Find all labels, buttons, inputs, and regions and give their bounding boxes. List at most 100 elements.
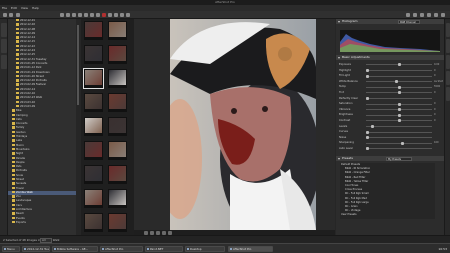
presets-header[interactable]: Presets My Presets [336, 156, 444, 161]
thumbnail[interactable] [84, 213, 103, 232]
fullscreen-icon[interactable] [413, 13, 417, 17]
settings-icon[interactable] [126, 13, 130, 17]
adjustment-value[interactable]: As Shot [434, 79, 444, 84]
slider-knob[interactable] [366, 136, 369, 140]
color-label-icon[interactable] [102, 13, 106, 17]
rotate-left-icon[interactable] [66, 13, 70, 17]
main-photo[interactable] [170, 19, 316, 230]
adjustment-value[interactable]: 0.00 [434, 62, 444, 67]
histogram-header[interactable]: Histogram RGB Channel [336, 19, 444, 24]
slider-knob[interactable] [398, 85, 401, 89]
slider-knob[interactable] [366, 147, 369, 151]
thumbnail[interactable] [108, 69, 127, 88]
thumbnail[interactable] [108, 21, 127, 40]
import-icon[interactable] [16, 13, 20, 17]
adjustment-slider[interactable] [366, 125, 432, 127]
tab-file-system[interactable] [1, 23, 7, 37]
thumbnail[interactable] [84, 21, 103, 40]
adjustment-value[interactable]: 0 [434, 118, 444, 123]
adjustment-slider[interactable] [366, 131, 432, 133]
tab-standard[interactable] [445, 23, 450, 37]
flag-icon[interactable] [84, 13, 88, 17]
adjustment-value[interactable]: 0 [434, 112, 444, 117]
slider-knob[interactable] [366, 96, 369, 100]
thumbnail[interactable] [108, 213, 127, 232]
slider-knob[interactable] [398, 102, 401, 106]
thumbnail[interactable] [84, 189, 103, 208]
preset-group[interactable]: User Presets [340, 213, 435, 217]
thumbnail[interactable] [84, 93, 103, 112]
dual-view-icon[interactable] [427, 13, 431, 17]
slider-knob[interactable] [398, 108, 401, 112]
clock[interactable]: 10:53 [438, 246, 447, 252]
slider-knob[interactable] [398, 63, 401, 67]
straighten-icon[interactable] [150, 230, 154, 235]
adjustment-value[interactable]: 5500 [434, 84, 444, 89]
adjustment-slider[interactable] [366, 75, 432, 77]
close-panel-icon[interactable] [441, 13, 445, 17]
print-icon[interactable] [120, 13, 124, 17]
star-icon[interactable] [78, 13, 82, 17]
rotate-right-icon[interactable] [72, 13, 76, 17]
adjustment-value[interactable]: 0 [434, 73, 444, 78]
slider-knob[interactable] [398, 91, 401, 95]
thumbnail[interactable] [108, 189, 127, 208]
taskbar-window-button[interactable]: AfterShot Pro [100, 246, 143, 252]
adjustment-value[interactable]: 0 [434, 68, 444, 73]
slider-knob[interactable] [366, 74, 369, 78]
adjustment-value[interactable]: 100 [434, 140, 444, 145]
taskbar-window-button[interactable]: Bibble Software - Aft... [52, 246, 98, 252]
thumbnail[interactable] [108, 117, 127, 136]
adjustment-value[interactable]: 0 [434, 107, 444, 112]
basic-adjustments-header[interactable]: Basic Adjustments [336, 55, 444, 60]
taskbar-window-button[interactable]: Paint.NET [145, 246, 183, 252]
crop-icon[interactable] [144, 230, 148, 235]
tab-output[interactable] [1, 55, 7, 69]
adjustment-value[interactable]: 0 [434, 90, 444, 95]
compare-icon[interactable] [96, 13, 100, 17]
thumbnail[interactable] [84, 141, 103, 160]
slider-knob[interactable] [401, 141, 405, 145]
thumbnail[interactable] [108, 141, 127, 160]
adjustment-slider[interactable] [366, 148, 432, 150]
panel-toggle-icon[interactable] [434, 13, 438, 17]
slider-knob[interactable] [371, 124, 375, 128]
adjustment-slider[interactable] [366, 97, 432, 99]
taskbar-window-button[interactable]: AfterShot Pro [228, 246, 273, 252]
back-icon[interactable] [3, 13, 7, 17]
tab-metadata[interactable] [445, 87, 450, 101]
forward-icon[interactable] [9, 13, 13, 17]
filter-select[interactable]: All [40, 237, 52, 243]
slider-knob[interactable] [366, 130, 369, 134]
taskbar-window-button[interactable]: 2012-12-31 Tuesday [22, 246, 50, 252]
channel-select[interactable]: RGB Channel [398, 19, 420, 24]
tab-detail[interactable] [445, 71, 450, 85]
slider-knob[interactable] [366, 68, 369, 72]
adjustment-slider[interactable] [366, 69, 432, 71]
export-icon[interactable] [114, 13, 118, 17]
adjustment-slider[interactable] [366, 137, 432, 138]
grid-view-icon[interactable] [60, 13, 64, 17]
thumbnail[interactable] [108, 45, 127, 64]
tab-color[interactable] [445, 39, 450, 53]
slider-knob[interactable] [398, 119, 401, 123]
tree-folder[interactable]: Exports [8, 220, 80, 225]
layer-icon[interactable] [168, 230, 172, 235]
redeye-icon[interactable] [156, 230, 160, 235]
single-view-icon[interactable] [420, 13, 424, 17]
reject-icon[interactable] [90, 13, 94, 17]
adjustment-value[interactable]: 0 [434, 101, 444, 106]
start-menu-button[interactable]: Menu [2, 246, 20, 252]
taskbar-window-button[interactable]: Desktop [185, 246, 225, 252]
adjustment-slider[interactable] [366, 142, 432, 144]
thumbnail[interactable] [84, 45, 103, 64]
adjustment-slider[interactable] [366, 81, 432, 82]
tab-tone[interactable] [445, 55, 450, 69]
heal-icon[interactable] [162, 230, 166, 235]
presets-dropdown[interactable]: My Presets [386, 156, 412, 161]
tree-scrollbar-thumb[interactable] [77, 25, 79, 105]
thumbnail[interactable] [108, 165, 127, 184]
batch-icon[interactable] [108, 13, 112, 17]
thumbnail[interactable] [83, 68, 104, 89]
thumbnail[interactable] [84, 165, 103, 184]
